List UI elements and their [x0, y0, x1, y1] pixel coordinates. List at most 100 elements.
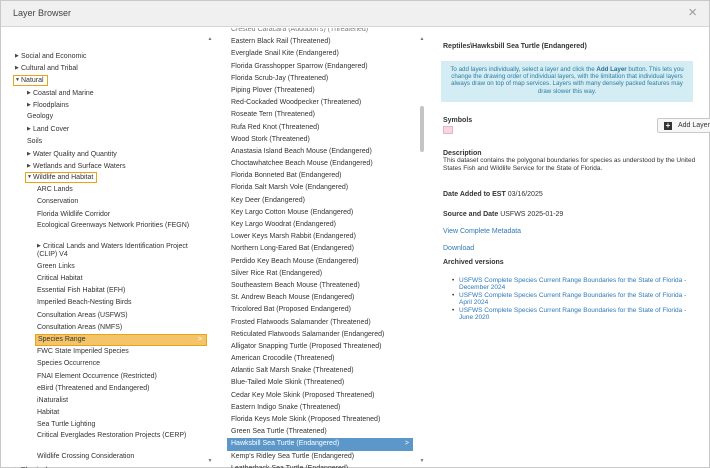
species-item[interactable]: Green Sea Turtle (Threatened): [227, 426, 413, 438]
tree-item[interactable]: Conservation: [15, 196, 209, 208]
species-item[interactable]: Crested Caracara (Audubon's) (Threatened…: [227, 28, 413, 36]
species-item[interactable]: Florida Scrub-Jay (Threatened): [227, 73, 413, 85]
species-item[interactable]: Florida Salt Marsh Vole (Endangered): [227, 182, 413, 194]
tree-item[interactable]: Geology: [15, 111, 209, 123]
tree-item[interactable]: Critical Habitat: [15, 273, 209, 285]
species-item[interactable]: Eastern Black Rail (Threatened): [227, 36, 413, 48]
species-item[interactable]: Piping Plover (Threatened): [227, 85, 413, 97]
tree-item[interactable]: FNAI Element Occurrence (Restricted): [15, 371, 209, 383]
scroll-down-icon[interactable]: ▼: [207, 458, 213, 464]
archived-version-link[interactable]: USFWS Complete Species Current Range Bou…: [452, 277, 699, 292]
tree-item[interactable]: [15, 38, 209, 50]
source-and-date: Source and Date USFWS 2025-01-29: [443, 211, 563, 218]
species-item-label: Florida Salt Marsh Vole (Endangered): [231, 184, 349, 192]
species-item[interactable]: Florida Grasshopper Sparrow (Endangered): [227, 61, 413, 73]
species-item-label: Alligator Snapping Turtle (Proposed Thre…: [231, 342, 382, 350]
tree-item[interactable]: Critical Everglades Restoration Projects…: [15, 431, 209, 451]
tree-item[interactable]: ▼Natural: [13, 74, 209, 87]
tree-item[interactable]: FWC State Imperiled Species: [15, 346, 209, 358]
species-item[interactable]: Wood Stork (Threatened): [227, 134, 413, 146]
tree-item[interactable]: Imperiled Beach-Nesting Birds: [15, 297, 209, 309]
tree-item-label: eBird (Threatened and Endangered): [37, 384, 150, 392]
tree-item[interactable]: ▶Physical: [15, 464, 209, 468]
species-item-label: Key Largo Woodrat (Endangered): [231, 221, 336, 228]
species-item-label: Southeastern Beach Mouse (Threatened): [231, 281, 360, 289]
tree-item[interactable]: ▶ Water Quality and Quantity: [15, 148, 209, 160]
species-item[interactable]: Tricolored Bat (Proposed Endangered): [227, 304, 413, 316]
category-scrollbar[interactable]: ▲ ▼: [207, 36, 213, 464]
scroll-thumb[interactable]: [420, 106, 424, 152]
tree-item[interactable]: ▶ Critical Lands and Waters Identificatio…: [15, 241, 209, 261]
species-item-label: Rufa Red Knot (Threatened): [231, 123, 320, 131]
tree-item[interactable]: ARC Lands: [15, 184, 209, 196]
tree-item[interactable]: Soils: [15, 136, 209, 148]
tree-item[interactable]: ▶ Social and Economic: [15, 50, 209, 62]
species-item[interactable]: Atlantic Salt Marsh Snake (Threatened): [227, 365, 413, 377]
tree-item[interactable]: Consultation Areas (USFWS): [15, 310, 209, 322]
tree-item[interactable]: Essential Fish Habitat (EFH): [15, 285, 209, 297]
species-item-label: Blue-Tailed Mole Skink (Threatened): [231, 379, 345, 387]
tree-item-label: Land Cover: [33, 126, 70, 134]
species-item[interactable]: Frosted Flatwoods Salamander (Threatened…: [227, 317, 413, 329]
tree-item[interactable]: Wildlife Crossing Consideration: [15, 451, 209, 463]
species-item[interactable]: Hawksbill Sea Turtle (Endangered) >: [227, 438, 413, 451]
tree-item[interactable]: ▼Wildlife and Habitat: [15, 172, 209, 184]
tree-item[interactable]: ▶ Wetlands and Surface Waters: [15, 160, 209, 172]
species-item[interactable]: Roseate Tern (Threatened): [227, 109, 413, 121]
species-item-label: Wood Stork (Threatened): [231, 135, 310, 143]
tree-item[interactable]: eBird (Threatened and Endangered): [15, 383, 209, 395]
species-item[interactable]: St. Andrew Beach Mouse (Endangered): [227, 292, 413, 304]
species-item[interactable]: Rufa Red Knot (Threatened): [227, 122, 413, 134]
species-item[interactable]: Blue-Tailed Mole Skink (Threatened): [227, 377, 413, 389]
species-item[interactable]: Everglade Snail Kite (Endangered): [227, 48, 413, 60]
species-item[interactable]: Leatherback Sea Turtle (Endangered): [227, 463, 413, 468]
species-item[interactable]: Key Largo Cotton Mouse (Endangered): [227, 207, 413, 219]
archived-versions-list: USFWS Complete Species Current Range Bou…: [452, 277, 699, 322]
tree-item[interactable]: Consultation Areas (NMFS): [15, 322, 209, 334]
tree-item[interactable]: Species Occurrence: [15, 358, 209, 370]
add-layer-button[interactable]: + Add Layer: [657, 118, 710, 133]
species-item[interactable]: Florida Keys Mole Skink (Proposed Threat…: [227, 414, 413, 426]
species-item[interactable]: Red-Cockaded Woodpecker (Threatened): [227, 97, 413, 109]
species-item[interactable]: Anastasia Island Beach Mouse (Endangered…: [227, 146, 413, 158]
tree-item[interactable]: Florida Wildlife Corridor: [15, 209, 209, 221]
species-item[interactable]: Kemp's Ridley Sea Turtle (Endangered): [227, 451, 413, 463]
species-item[interactable]: Choctawhatchee Beach Mouse (Endangered): [227, 158, 413, 170]
species-item[interactable]: Reticulated Flatwoods Salamander (Endang…: [227, 329, 413, 341]
tree-item[interactable]: Ecological Greenways Network Priorities …: [15, 221, 209, 241]
species-item[interactable]: Cedar Key Mole Skink (Proposed Threatene…: [227, 390, 413, 402]
species-item[interactable]: Key Deer (Endangered): [227, 195, 413, 207]
scroll-up-icon[interactable]: ▲: [419, 36, 425, 42]
species-list-panel: Crested Caracara (Audubon's) (Threatened…: [223, 28, 435, 468]
species-scrollbar[interactable]: ▲ ▼: [419, 36, 425, 464]
species-item[interactable]: Lower Keys Marsh Rabbit (Endangered): [227, 231, 413, 243]
species-item[interactable]: Key Largo Woodrat (Endangered): [227, 219, 413, 231]
tree-item[interactable]: Green Links: [15, 261, 209, 273]
view-metadata-link[interactable]: View Complete Metadata: [443, 228, 521, 235]
archived-version-link[interactable]: USFWS Complete Species Current Range Bou…: [452, 292, 699, 307]
tree-item[interactable]: iNaturalist: [15, 395, 209, 407]
species-item[interactable]: Florida Bonneted Bat (Endangered): [227, 170, 413, 182]
species-item[interactable]: American Crocodile (Threatened): [227, 353, 413, 365]
species-item[interactable]: Southeastern Beach Mouse (Threatened): [227, 280, 413, 292]
species-item-label: Perdido Key Beach Mouse (Endangered): [231, 257, 359, 265]
tree-item[interactable]: Sea Turtle Lighting: [15, 419, 209, 431]
archived-versions-label: Archived versions: [443, 259, 504, 266]
scroll-up-icon[interactable]: ▲: [207, 36, 213, 42]
species-item[interactable]: Eastern Indigo Snake (Threatened): [227, 402, 413, 414]
tree-item[interactable]: Species Range >: [35, 333, 207, 347]
species-item[interactable]: Silver Rice Rat (Endangered): [227, 268, 413, 280]
scroll-down-icon[interactable]: ▼: [419, 458, 425, 464]
download-link[interactable]: Download: [443, 245, 474, 252]
close-icon[interactable]: ×: [688, 5, 697, 21]
tree-item[interactable]: ▶ Floodplains: [15, 99, 209, 111]
tree-item[interactable]: ▶ Cultural and Tribal: [15, 62, 209, 74]
tree-item[interactable]: Habitat: [15, 407, 209, 419]
species-item-label: Atlantic Salt Marsh Snake (Threatened): [231, 367, 354, 375]
species-item[interactable]: Northern Long-Eared Bat (Endangered): [227, 243, 413, 255]
tree-item[interactable]: ▶ Land Cover: [15, 123, 209, 135]
species-item[interactable]: Perdido Key Beach Mouse (Endangered): [227, 256, 413, 268]
archived-version-link[interactable]: USFWS Complete Species Current Range Bou…: [452, 307, 699, 322]
tree-item[interactable]: ▶ Coastal and Marine: [15, 87, 209, 99]
species-item[interactable]: Alligator Snapping Turtle (Proposed Thre…: [227, 341, 413, 353]
